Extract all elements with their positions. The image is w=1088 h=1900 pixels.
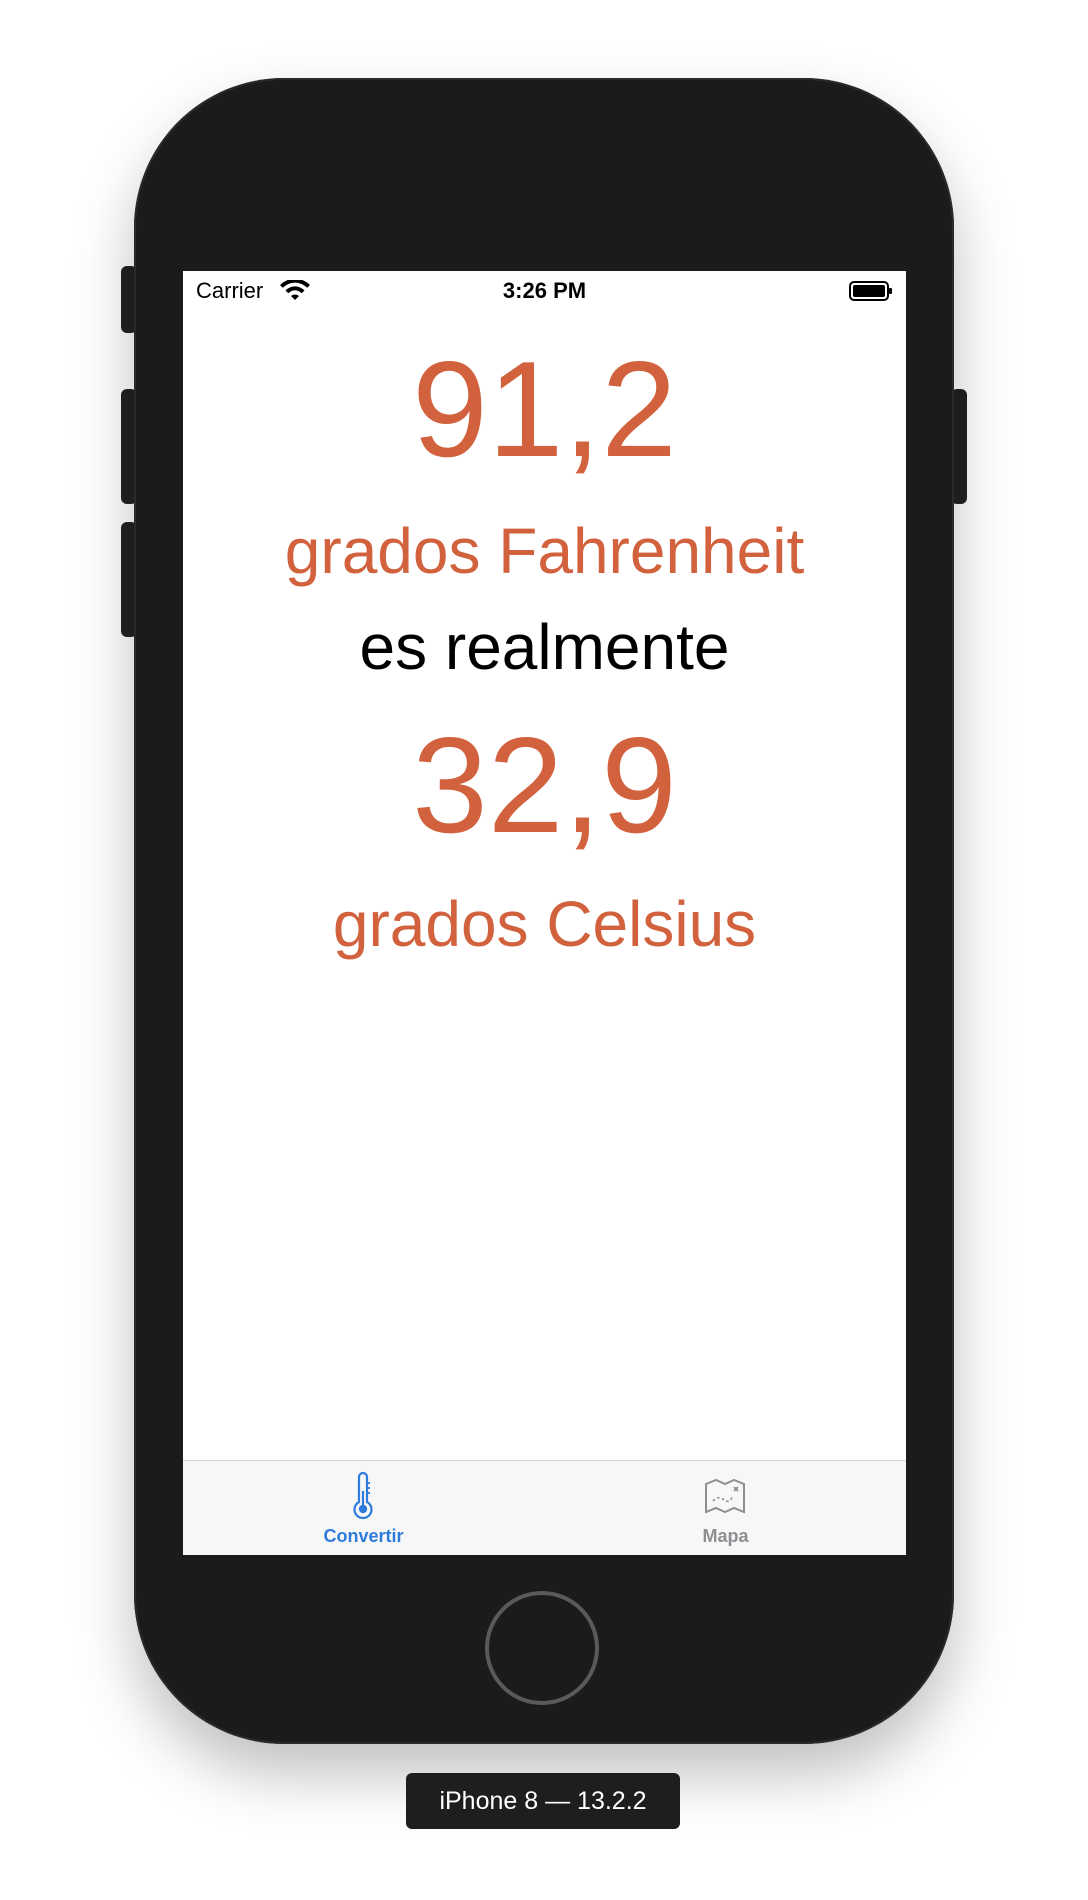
fahrenheit-unit-label: grados Fahrenheit bbox=[284, 515, 805, 587]
simulator-stage: Carrier 3:26 PM 91,2 grados Fahrenheit e… bbox=[0, 0, 1088, 1900]
tab-bar: Convertir Mapa bbox=[183, 1460, 906, 1555]
device-screen: Carrier 3:26 PM 91,2 grados Fahrenheit e… bbox=[183, 271, 906, 1555]
tab-convertir[interactable]: Convertir bbox=[183, 1461, 544, 1555]
thermometer-icon bbox=[353, 1471, 373, 1520]
simulator-device-label: iPhone 8 — 13.2.2 bbox=[406, 1773, 680, 1829]
battery-icon bbox=[849, 281, 892, 301]
tab-convertir-label: Convertir bbox=[323, 1526, 404, 1546]
status-bar: Carrier 3:26 PM bbox=[183, 271, 906, 311]
map-icon bbox=[705, 1478, 745, 1514]
tab-mapa-label: Mapa bbox=[702, 1526, 749, 1546]
tab-mapa[interactable]: Mapa bbox=[545, 1461, 906, 1555]
celsius-unit-label: grados Celsius bbox=[332, 888, 757, 960]
fahrenheit-value: 91,2 bbox=[412, 333, 677, 485]
connector-label: es realmente bbox=[359, 611, 730, 683]
home-button[interactable] bbox=[485, 1591, 599, 1705]
celsius-value: 32,9 bbox=[412, 709, 677, 861]
status-time: 3:26 PM bbox=[502, 278, 587, 303]
